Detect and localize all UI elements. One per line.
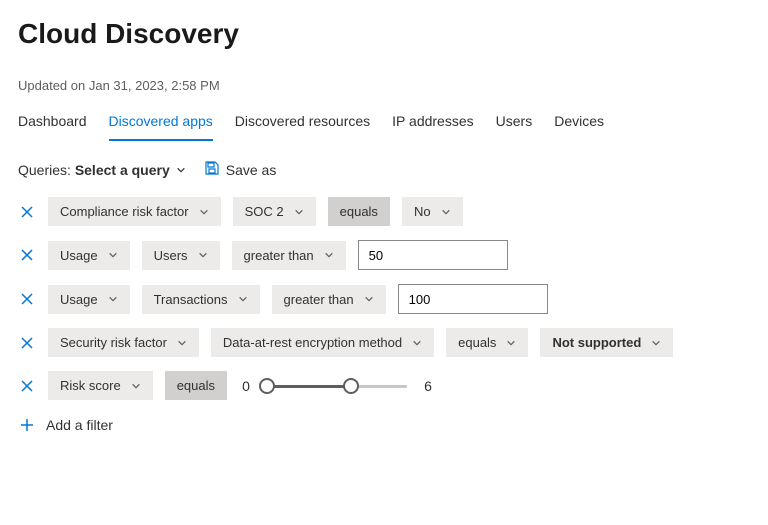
- filter-field-dropdown[interactable]: Compliance risk factor: [48, 197, 221, 226]
- filter-subfield-label: Transactions: [154, 292, 228, 307]
- filter-field-label: Usage: [60, 248, 98, 263]
- filter-value-input[interactable]: [358, 240, 508, 270]
- tab-dashboard[interactable]: Dashboard: [18, 107, 87, 141]
- add-filter-button[interactable]: Add a filter: [18, 416, 750, 434]
- chevron-down-icon: [651, 338, 661, 348]
- chevron-down-icon: [364, 294, 374, 304]
- chevron-down-icon: [294, 207, 304, 217]
- range-slider[interactable]: 06: [239, 376, 435, 396]
- filter-operator-dropdown[interactable]: equals: [328, 197, 390, 226]
- filter-subfield-dropdown[interactable]: Transactions: [142, 285, 260, 314]
- filter-operator-label: equals: [458, 335, 496, 350]
- filter-operator-dropdown[interactable]: greater than: [232, 241, 346, 270]
- page-title: Cloud Discovery: [18, 18, 750, 50]
- chevron-down-icon: [324, 250, 334, 260]
- filter-subfield-dropdown[interactable]: Data-at-rest encryption method: [211, 328, 434, 357]
- save-icon: [204, 160, 220, 179]
- filter-operator-dropdown[interactable]: equals: [165, 371, 227, 400]
- filter-value-dropdown[interactable]: No: [402, 197, 463, 226]
- query-bar: Queries: Select a query Save as: [18, 160, 750, 179]
- filters-list: Compliance risk factor SOC 2 equals No Usage…: [18, 197, 750, 434]
- filter-field-label: Usage: [60, 292, 98, 307]
- add-filter-label: Add a filter: [46, 417, 113, 433]
- queries-label: Queries:: [18, 162, 71, 178]
- updated-timestamp: Updated on Jan 31, 2023, 2:58 PM: [18, 78, 750, 93]
- save-as-label: Save as: [226, 162, 277, 178]
- filter-subfield-label: Data-at-rest encryption method: [223, 335, 402, 350]
- remove-filter-icon[interactable]: [18, 246, 36, 264]
- range-max-label: 6: [421, 378, 435, 394]
- filter-field-label: Risk score: [60, 378, 121, 393]
- filter-field-dropdown[interactable]: Usage: [48, 241, 130, 270]
- filter-row: Compliance risk factor SOC 2 equals No: [18, 197, 750, 226]
- tab-discovered-apps[interactable]: Discovered apps: [109, 107, 213, 141]
- filter-operator-label: equals: [340, 204, 378, 219]
- filter-operator-label: greater than: [284, 292, 354, 307]
- filter-operator-label: greater than: [244, 248, 314, 263]
- slider-thumb-min[interactable]: [259, 378, 275, 394]
- filter-field-dropdown[interactable]: Risk score: [48, 371, 153, 400]
- filter-row: Usage Transactions greater than: [18, 284, 750, 314]
- slider-track-container[interactable]: [267, 376, 407, 396]
- chevron-down-icon: [238, 294, 248, 304]
- chevron-down-icon: [108, 250, 118, 260]
- filter-row: Risk scoreequals06: [18, 371, 750, 400]
- chevron-down-icon: [199, 207, 209, 217]
- filter-row: Security risk factor Data-at-rest encrypt…: [18, 328, 750, 357]
- chevron-down-icon: [441, 207, 451, 217]
- chevron-down-icon: [131, 381, 141, 391]
- chevron-down-icon: [177, 338, 187, 348]
- slider-fill: [267, 385, 351, 388]
- tab-devices[interactable]: Devices: [554, 107, 604, 141]
- tab-ip-addresses[interactable]: IP addresses: [392, 107, 473, 141]
- filter-field-dropdown[interactable]: Usage: [48, 285, 130, 314]
- query-select-label: Select a query: [75, 162, 170, 178]
- filter-subfield-label: Users: [154, 248, 188, 263]
- filter-field-dropdown[interactable]: Security risk factor: [48, 328, 199, 357]
- chevron-down-icon: [506, 338, 516, 348]
- chevron-down-icon: [198, 250, 208, 260]
- filter-operator-label: equals: [177, 378, 215, 393]
- remove-filter-icon[interactable]: [18, 334, 36, 352]
- filter-value-label: Not supported: [552, 335, 641, 350]
- filter-field-label: Compliance risk factor: [60, 204, 189, 219]
- tabs: Dashboard Discovered apps Discovered resou…: [18, 107, 750, 142]
- range-min-label: 0: [239, 378, 253, 394]
- save-as-button[interactable]: Save as: [204, 160, 277, 179]
- filter-subfield-dropdown[interactable]: SOC 2: [233, 197, 316, 226]
- tab-users[interactable]: Users: [496, 107, 533, 141]
- filter-operator-dropdown[interactable]: greater than: [272, 285, 386, 314]
- chevron-down-icon: [176, 165, 186, 175]
- slider-thumb-max[interactable]: [343, 378, 359, 394]
- remove-filter-icon[interactable]: [18, 290, 36, 308]
- filter-value-input[interactable]: [398, 284, 548, 314]
- query-select-dropdown[interactable]: Select a query: [75, 162, 186, 178]
- filter-row: Usage Users greater than: [18, 240, 750, 270]
- chevron-down-icon: [108, 294, 118, 304]
- tab-discovered-resources[interactable]: Discovered resources: [235, 107, 370, 141]
- plus-icon: [18, 416, 36, 434]
- remove-filter-icon[interactable]: [18, 203, 36, 221]
- chevron-down-icon: [412, 338, 422, 348]
- filter-value-dropdown[interactable]: Not supported: [540, 328, 673, 357]
- filter-operator-dropdown[interactable]: equals: [446, 328, 528, 357]
- filter-value-label: No: [414, 204, 431, 219]
- filter-subfield-label: SOC 2: [245, 204, 284, 219]
- filter-field-label: Security risk factor: [60, 335, 167, 350]
- filter-subfield-dropdown[interactable]: Users: [142, 241, 220, 270]
- remove-filter-icon[interactable]: [18, 377, 36, 395]
